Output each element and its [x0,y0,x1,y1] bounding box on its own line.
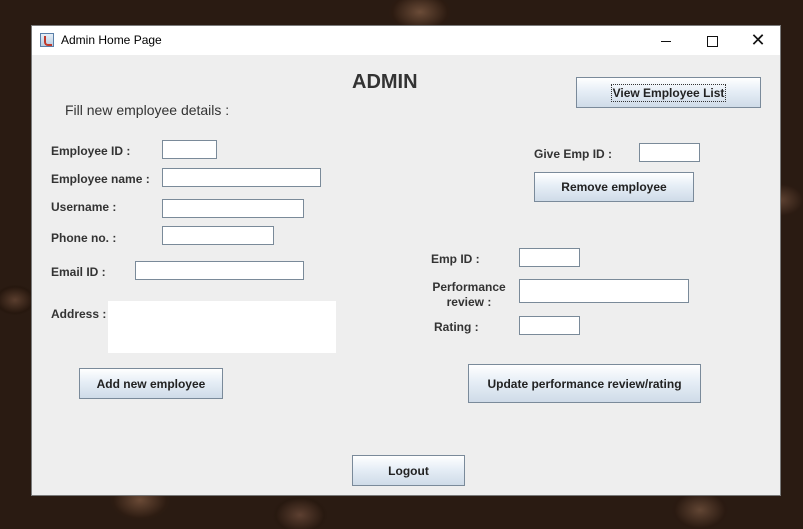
employee-id-input[interactable] [162,140,217,159]
title-bar: Admin Home Page ✕ [32,26,780,55]
employee-name-label: Employee name : [51,172,150,186]
add-employee-button[interactable]: Add new employee [79,368,223,399]
remove-employee-button-label: Remove employee [561,180,667,194]
close-button[interactable]: ✕ [735,26,781,55]
view-employee-list-button[interactable]: View Employee List [576,77,761,108]
minimize-button[interactable] [643,26,689,55]
window-title: Admin Home Page [61,33,162,47]
logout-button-label: Logout [388,463,429,478]
update-performance-button-label: Update performance review/rating [487,376,682,391]
emp-id-label: Emp ID : [431,252,480,266]
maximize-button[interactable] [689,26,735,55]
page-title: ADMIN [352,71,418,93]
close-icon: ✕ [750,30,766,51]
employee-id-label: Employee ID : [51,144,131,158]
username-input[interactable] [162,199,304,218]
logout-button[interactable]: Logout [352,455,465,486]
rating-label: Rating : [434,320,479,334]
phone-label: Phone no. : [51,231,117,245]
review-emp-id-input[interactable] [519,248,580,267]
email-label: Email ID : [51,265,106,279]
update-performance-button[interactable]: Update performance review/rating [468,364,701,403]
minimize-icon [661,41,671,42]
phone-input[interactable] [162,226,274,245]
maximize-icon [706,36,718,47]
form-subtitle: Fill new employee details : [65,102,230,118]
performance-label-line1: Performance [432,280,506,294]
remove-employee-button[interactable]: Remove employee [534,172,694,202]
employee-name-input[interactable] [162,168,321,187]
address-label: Address : [51,307,107,321]
performance-label-line2: review : [446,295,492,309]
performance-review-label: Performance review : [431,280,507,310]
give-emp-id-label: Give Emp ID : [534,147,613,161]
admin-panel: ADMIN Fill new employee details : Employ… [32,55,780,495]
java-app-icon [40,33,54,47]
username-label: Username : [51,200,117,214]
address-textarea[interactable] [108,301,336,353]
give-emp-id-input[interactable] [639,143,700,162]
rating-input[interactable] [519,316,580,335]
add-employee-button-label: Add new employee [96,376,206,391]
view-employee-list-button-label: View Employee List [610,83,727,102]
admin-home-window: Admin Home Page ✕ ADMIN Fill new employe… [31,25,781,496]
performance-review-input[interactable] [519,279,689,303]
email-input[interactable] [135,261,304,280]
